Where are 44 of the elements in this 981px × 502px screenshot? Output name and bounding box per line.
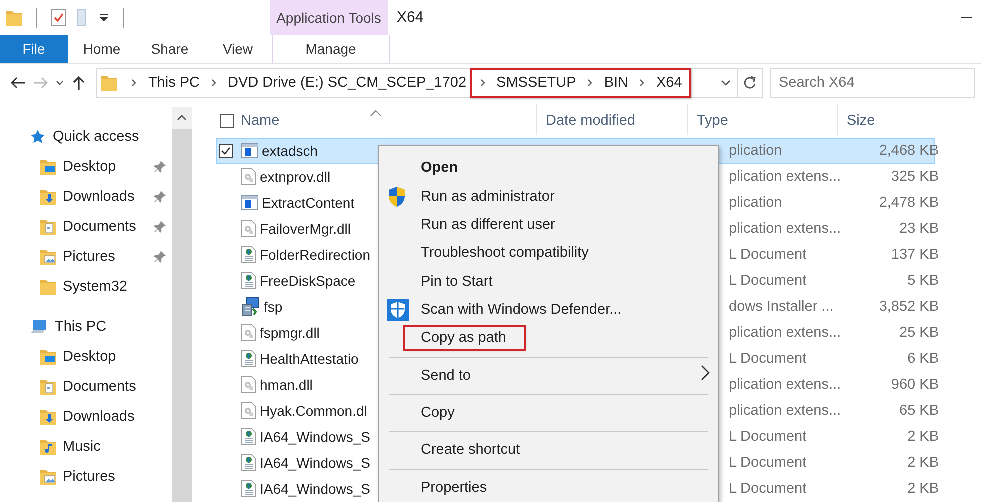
file-type: plication extens... <box>729 403 842 420</box>
file-type: plication extens... <box>729 169 842 186</box>
file-size: 23 KB <box>900 221 939 238</box>
file-type: L Document <box>729 351 807 368</box>
contextual-tab-group: Application Tools <box>270 0 388 35</box>
file-type: plication <box>729 195 782 212</box>
file-size: 325 KB <box>891 169 939 186</box>
file-size: 2,468 KB <box>879 143 939 160</box>
window-title: X64 <box>397 9 424 26</box>
file-size: 25 KB <box>900 325 939 342</box>
file-type: L Document <box>729 247 807 264</box>
file-size: 5 KB <box>908 273 939 290</box>
file-name: FolderRedirection <box>260 247 370 264</box>
file-type: plication <box>729 143 782 160</box>
file-type: L Document <box>729 481 807 498</box>
file-size: 137 KB <box>891 247 939 264</box>
file-size: 2 KB <box>908 455 939 472</box>
file-type: plication extens... <box>729 221 842 238</box>
file-name: IA64_Windows_S <box>260 455 371 472</box>
file-size: 3,852 KB <box>879 299 939 316</box>
file-size: 2 KB <box>908 429 939 446</box>
file-name: extnprov.dll <box>260 169 331 186</box>
file-name: ExtractContent <box>262 195 355 212</box>
file-type: L Document <box>729 455 807 472</box>
file-name: fsp <box>264 299 283 316</box>
file-type: L Document <box>729 273 807 290</box>
file-size: 65 KB <box>900 403 939 420</box>
file-name: hman.dll <box>260 377 313 394</box>
file-name: FailoverMgr.dll <box>260 221 352 238</box>
file-name: FreeDiskSpace <box>260 273 356 290</box>
file-name: IA64_Windows_S <box>260 481 371 498</box>
file-name: Hyak.Common.dl <box>260 403 368 420</box>
file-type: L Document <box>729 429 807 446</box>
file-name: extadsch <box>262 143 318 160</box>
file-size: 2 KB <box>908 481 939 498</box>
file-name: fspmgr.dll <box>260 325 320 342</box>
file-size: 2,478 KB <box>879 195 939 212</box>
file-name: IA64_Windows_S <box>260 429 371 446</box>
file-name: HealthAttestatio <box>260 351 359 368</box>
file-size: 6 KB <box>908 351 939 368</box>
file-type: plication extens... <box>729 325 842 342</box>
file-type: dows Installer ... <box>729 299 834 316</box>
file-type: plication extens... <box>729 377 842 394</box>
file-size: 960 KB <box>891 377 939 394</box>
